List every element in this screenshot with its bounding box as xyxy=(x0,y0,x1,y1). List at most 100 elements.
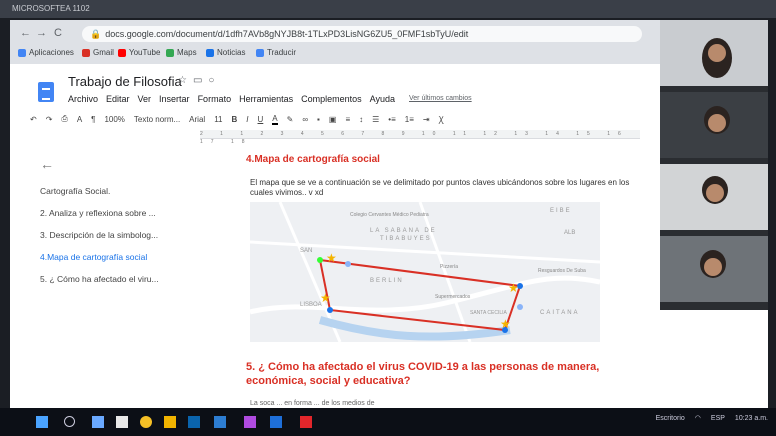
video-tile[interactable] xyxy=(660,20,768,86)
menu-tools[interactable]: Herramientas xyxy=(239,94,293,104)
bookmark-label: Maps xyxy=(177,48,197,57)
underline-icon[interactable]: U xyxy=(258,115,264,124)
menu-format[interactable]: Formato xyxy=(198,94,232,104)
lang-indicator[interactable]: ESP xyxy=(711,415,725,422)
back-icon[interactable]: ← xyxy=(20,27,31,39)
link-icon[interactable]: ∞ xyxy=(302,115,308,124)
bookmark-label: Traducir xyxy=(267,48,297,57)
forward-icon[interactable]: → xyxy=(36,27,47,39)
translate-icon xyxy=(256,48,264,57)
bookmark-label: Aplicaciones xyxy=(29,48,74,57)
apps-icon xyxy=(18,48,26,57)
windows-start-icon[interactable] xyxy=(36,416,48,428)
star-icon[interactable]: ☆ xyxy=(178,75,193,86)
bookmark-apps[interactable]: Aplicaciones xyxy=(18,48,74,57)
map-label: EIBE xyxy=(550,208,572,214)
docs-app: Trabajo de Filosofia ☆▭○ Archivo Editar … xyxy=(10,64,768,416)
document-outline: ← Cartografía Social. 2. Analiza y refle… xyxy=(40,156,200,296)
clear-format-icon[interactable]: Ꭓ xyxy=(439,114,444,125)
menu-edit[interactable]: Editar xyxy=(106,94,130,104)
outline-item-active[interactable]: 4.Mapa de cartografía social xyxy=(40,252,200,262)
edge-icon[interactable] xyxy=(188,416,200,428)
doc-title[interactable]: Trabajo de Filosofia xyxy=(68,74,182,89)
app-icon[interactable] xyxy=(214,416,226,428)
teams-icon[interactable] xyxy=(244,416,256,428)
lock-icon: 🔒 xyxy=(90,29,102,39)
font-select[interactable]: Arial xyxy=(189,115,205,124)
comment-icon[interactable]: ▪ xyxy=(317,115,320,124)
docs-logo-icon[interactable] xyxy=(38,82,54,102)
text-color-icon[interactable]: A xyxy=(272,114,278,125)
nav-row: ← → C 🔒 docs.google.com/document/d/1dfh7A… xyxy=(10,24,768,44)
outline-back-icon[interactable]: ← xyxy=(40,156,200,172)
task-view-icon[interactable] xyxy=(92,416,104,428)
bookmark-gmail[interactable]: Gmail xyxy=(82,48,114,57)
desktop-label[interactable]: Escritorio xyxy=(656,415,685,422)
outline-item[interactable]: 5. ¿ Cómo ha afectado el viru... xyxy=(40,274,200,284)
participant-face xyxy=(706,184,724,202)
participant-face xyxy=(704,258,722,276)
spellcheck-icon[interactable]: A xyxy=(77,115,82,124)
map-image[interactable]: ★ ★ ★ ★ Colegio Cervantes Médico Pediatr… xyxy=(249,201,601,343)
bookmark-label: Noticias xyxy=(217,48,246,57)
indent-icon[interactable]: ⇥ xyxy=(423,115,430,124)
outline-item[interactable]: 3. Descripción de la simbolog... xyxy=(40,230,200,240)
folder-icon[interactable]: ▭ xyxy=(193,75,208,86)
menu-file[interactable]: Archivo xyxy=(68,94,98,104)
outline-item[interactable]: 2. Analiza y reflexiona sobre ... xyxy=(40,208,200,218)
undo-icon[interactable]: ↶ xyxy=(30,115,37,124)
ruler[interactable]: 2 1 1 2 3 4 5 6 7 8 9 10 11 12 13 14 15 … xyxy=(200,130,640,145)
bullets-icon[interactable]: •≡ xyxy=(388,115,395,124)
video-tile[interactable] xyxy=(660,236,768,302)
print-icon[interactable]: ⎙ xyxy=(61,114,67,124)
bookmark-maps[interactable]: Maps xyxy=(166,48,197,57)
outline-item[interactable]: Cartografía Social. xyxy=(40,186,200,196)
menu-addons[interactable]: Complementos xyxy=(301,94,362,104)
map-label: SANTA CECILIA xyxy=(470,310,508,316)
browser-window: ← → C 🔒 docs.google.com/document/d/1dfh7A… xyxy=(10,20,768,416)
map-label: ALB xyxy=(564,230,575,236)
store-icon[interactable] xyxy=(116,416,128,428)
explorer-icon[interactable] xyxy=(164,416,176,428)
menu-help[interactable]: Ayuda xyxy=(370,94,395,104)
bookmark-news[interactable]: Noticias xyxy=(206,48,245,57)
bookmark-translate[interactable]: Traducir xyxy=(256,48,296,57)
title-icons: ☆▭○ xyxy=(178,75,220,86)
checklist-icon[interactable]: ☰ xyxy=(372,115,379,124)
paint-format-icon[interactable]: ¶ xyxy=(91,115,95,124)
address-bar[interactable]: 🔒 docs.google.com/document/d/1dfh7AVb8gNY… xyxy=(82,26,642,42)
align-icon[interactable]: ≡ xyxy=(345,115,350,124)
map-label: LISBOA xyxy=(300,302,322,308)
wifi-icon[interactable]: ◠ xyxy=(695,414,701,422)
url-text: docs.google.com/document/d/1dfh7AVb8gNYJ… xyxy=(105,29,469,39)
style-select[interactable]: Texto norm... xyxy=(134,115,180,124)
line-spacing-icon[interactable]: ↕ xyxy=(359,115,363,124)
map-label: TIBABUYES xyxy=(380,236,432,242)
bold-icon[interactable]: B xyxy=(232,115,238,124)
video-tile[interactable] xyxy=(660,92,768,158)
document-page[interactable]: 4.Mapa de cartografía social El mapa que… xyxy=(240,144,660,416)
last-edit-link[interactable]: Ver últimos cambios xyxy=(409,95,472,104)
chrome-icon[interactable] xyxy=(140,416,152,428)
italic-icon[interactable]: I xyxy=(246,115,248,124)
redo-icon[interactable]: ↷ xyxy=(46,115,53,124)
menu-insert[interactable]: Insertar xyxy=(159,94,190,104)
word-icon[interactable] xyxy=(270,416,282,428)
video-tile[interactable] xyxy=(660,164,768,230)
cut-off-text: La soca ... en forma ... de los medios d… xyxy=(250,400,375,407)
search-icon[interactable] xyxy=(64,416,75,427)
format-toolbar: ↶ ↷ ⎙ A ¶ 100% Texto norm... Arial 11 B … xyxy=(30,112,640,126)
acrobat-icon[interactable] xyxy=(300,416,312,428)
highlight-icon[interactable]: ✎ xyxy=(287,115,294,124)
map-label: LA SABANA DE xyxy=(370,228,437,234)
image-icon[interactable]: ▣ xyxy=(329,115,337,124)
clock[interactable]: 10:23 a.m. xyxy=(735,415,768,422)
numbered-list-icon[interactable]: 1≡ xyxy=(405,115,414,124)
menu-view[interactable]: Ver xyxy=(138,94,152,104)
font-size-select[interactable]: 11 xyxy=(214,115,222,124)
video-call-panel xyxy=(660,20,768,310)
reload-icon[interactable]: C xyxy=(54,27,62,39)
zoom-select[interactable]: 100% xyxy=(104,115,124,124)
bookmark-youtube[interactable]: YouTube xyxy=(118,48,160,57)
participant-face xyxy=(708,44,726,62)
